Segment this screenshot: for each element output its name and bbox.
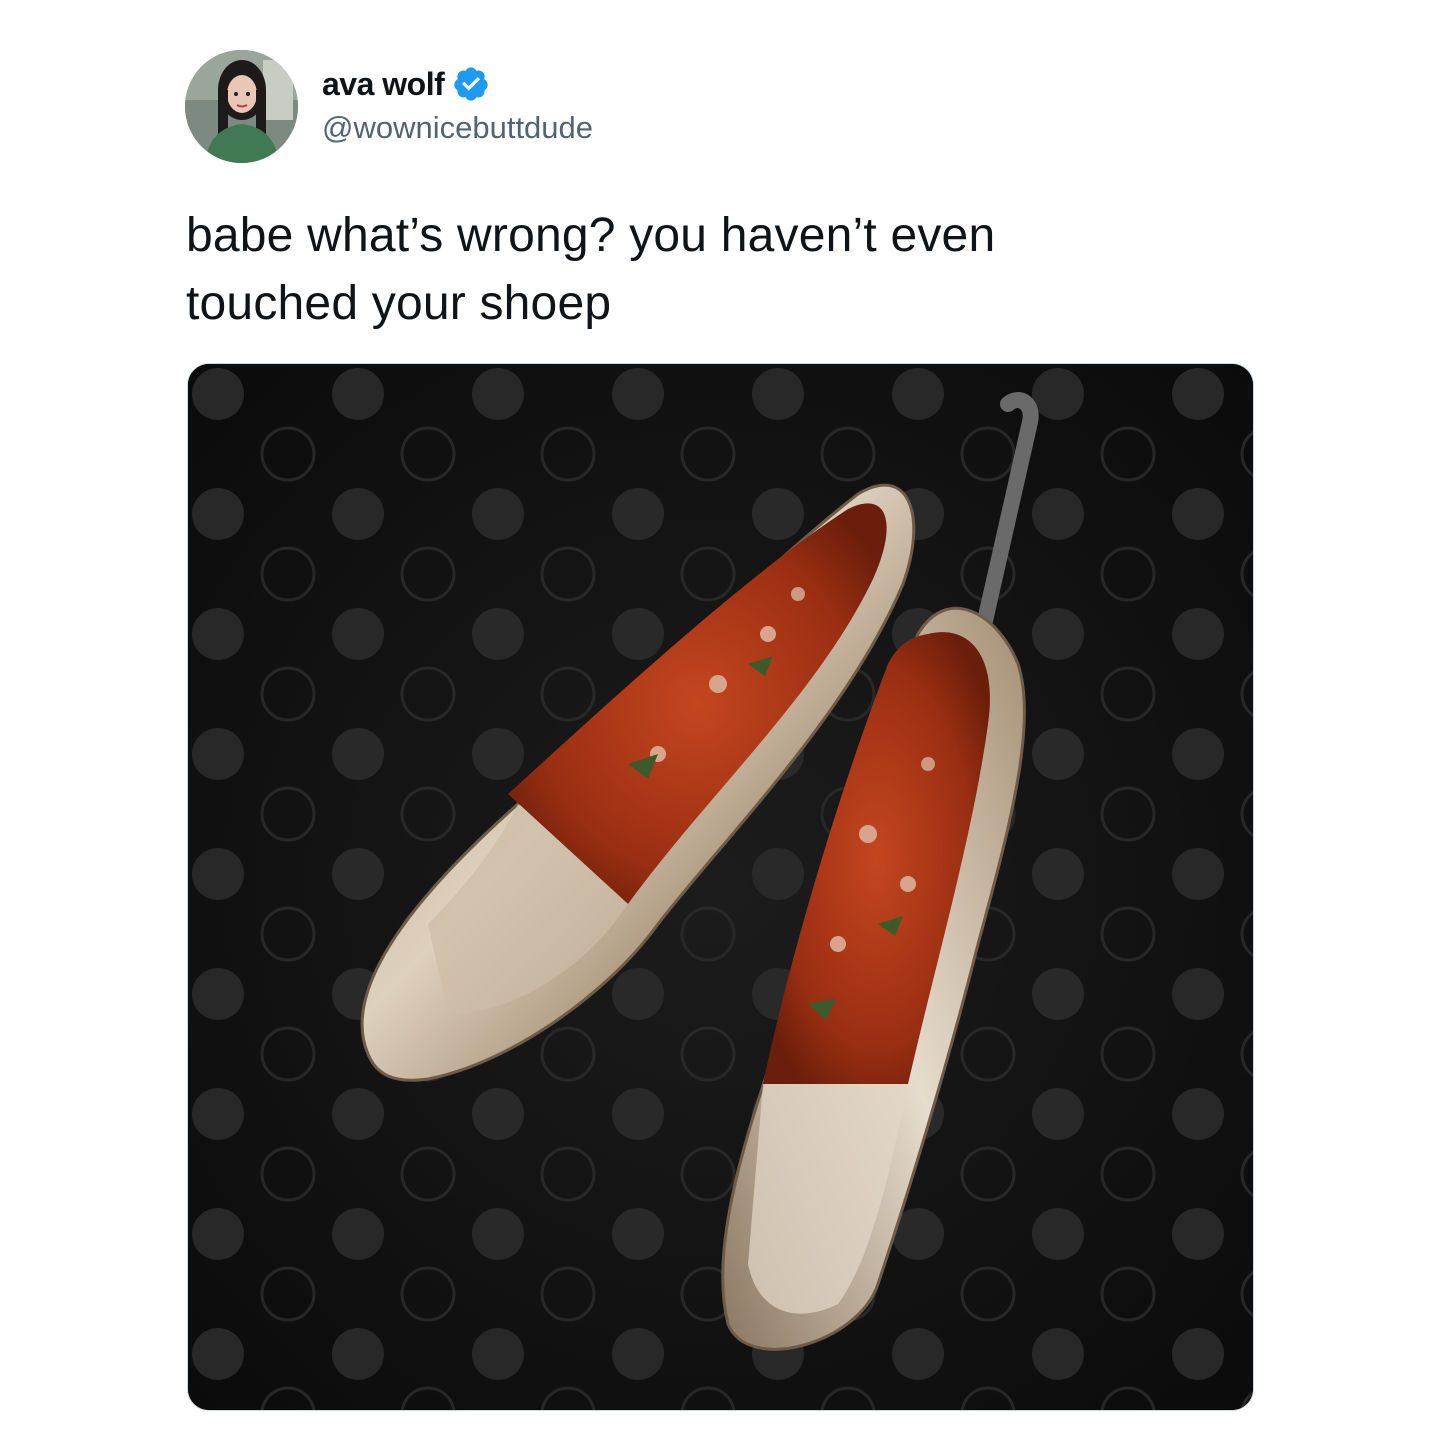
verified-badge-icon (452, 65, 490, 103)
display-name[interactable]: ava wolf (322, 66, 445, 103)
user-handle[interactable]: @wownicebuttdude (322, 110, 593, 146)
tweet-media-photo[interactable] (187, 363, 1254, 1411)
author-block: ava wolf @wownicebuttdude (322, 64, 593, 146)
tweet-text: babe what’s wrong? you haven’t even touc… (186, 202, 1186, 338)
shoe-soup-photo-icon (188, 364, 1253, 1410)
avatar-photo-icon (185, 50, 298, 163)
avatar[interactable] (185, 50, 298, 163)
tweet-card: ava wolf @wownicebuttdude babe what’s wr… (0, 0, 1440, 1440)
tweet-text-line-2: touched your shoep (186, 277, 612, 330)
tweet-text-line-1: babe what’s wrong? you haven’t even (186, 209, 996, 262)
name-row: ava wolf (322, 64, 593, 104)
